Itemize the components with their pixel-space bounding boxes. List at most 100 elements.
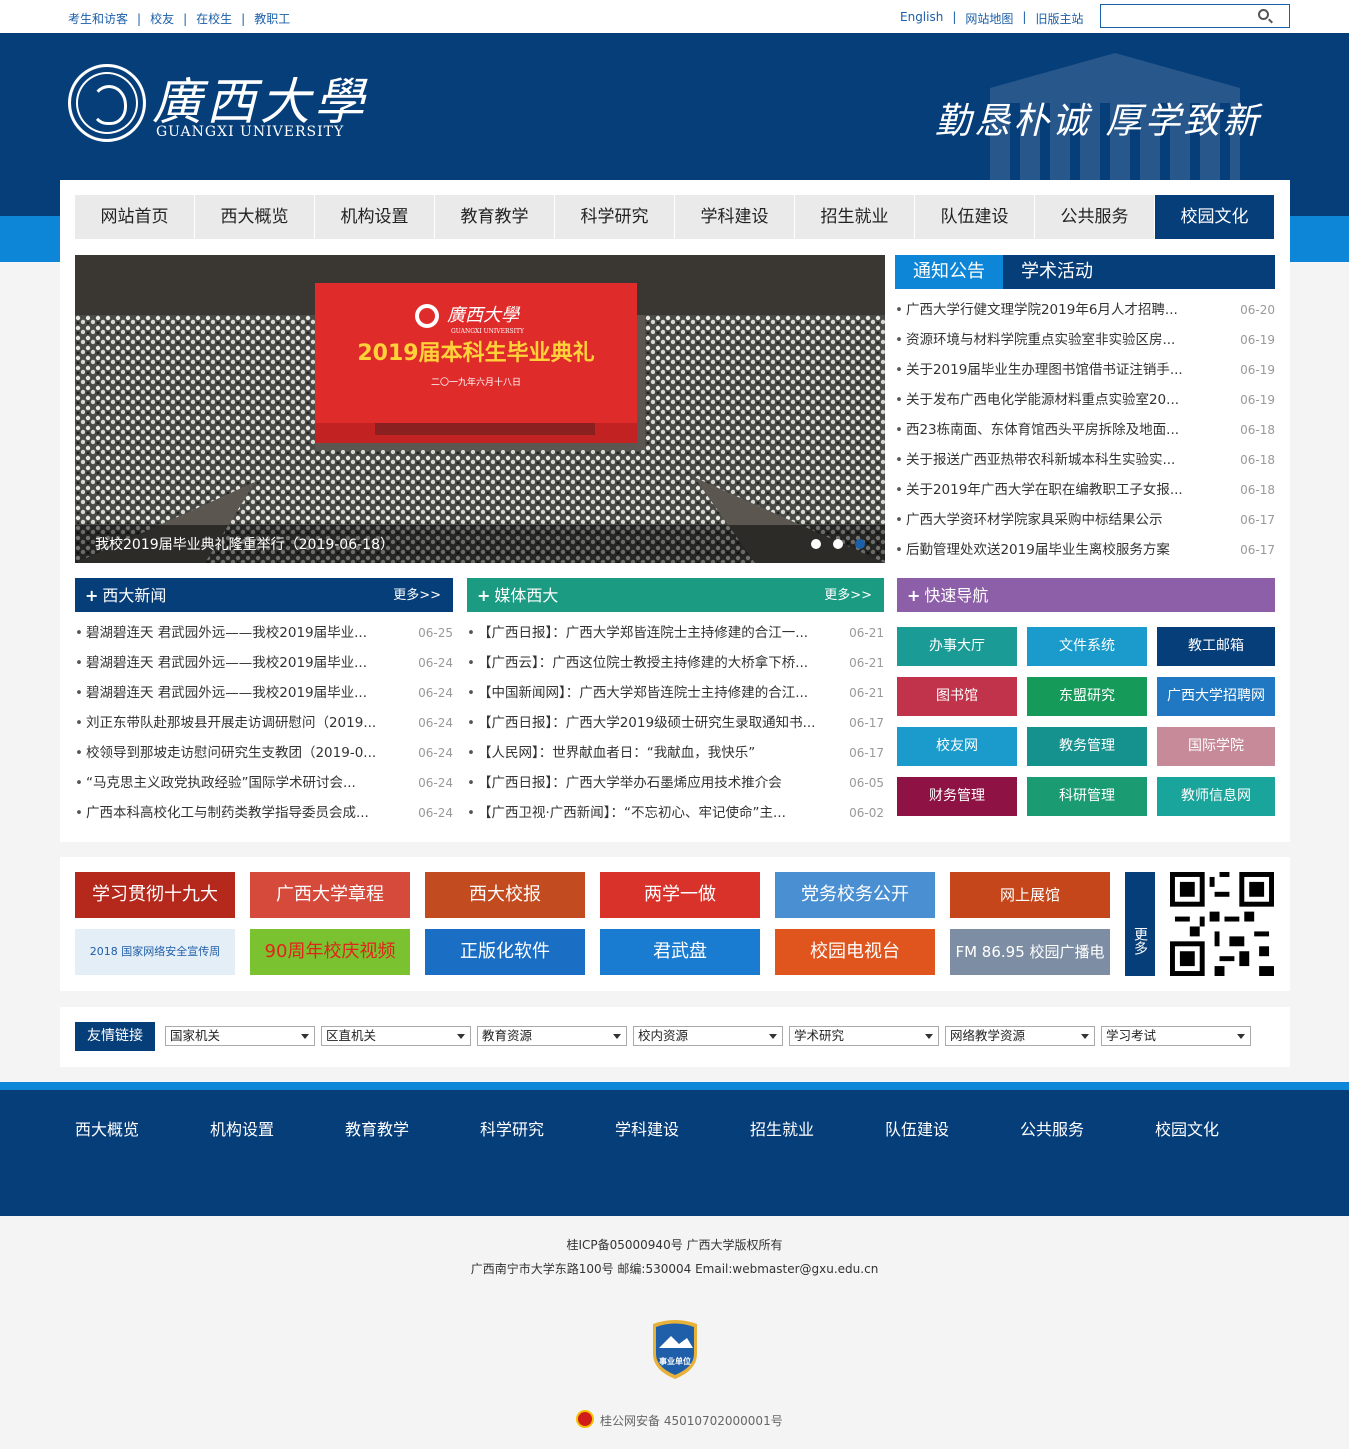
- slider-dot-1[interactable]: [811, 539, 821, 549]
- select-exams[interactable]: 学习考试: [1101, 1026, 1251, 1046]
- list-item[interactable]: 广西大学行健文理学院2019年6月人才招聘... 06-20: [895, 295, 1275, 325]
- list-item[interactable]: 【广西日报】：广西大学2019级硕士研究生录取通知书... 06-17: [467, 708, 884, 738]
- nav-research[interactable]: 科学研究: [555, 195, 675, 239]
- item-title[interactable]: 碧湖碧连天 君武园外远——我校2019届毕业...: [75, 648, 367, 678]
- link-english[interactable]: English: [900, 10, 943, 27]
- nav-overview[interactable]: 西大概览: [195, 195, 315, 239]
- list-item[interactable]: 碧湖碧连天 君武园外远——我校2019届毕业... 06-24: [75, 678, 453, 708]
- tab-notices[interactable]: 通知公告: [895, 255, 1003, 289]
- item-title[interactable]: 【广西日报】：广西大学举办石墨烯应用技术推介会: [467, 768, 782, 798]
- link-old-site[interactable]: 旧版主站: [1035, 10, 1083, 27]
- nav-home[interactable]: 网站首页: [75, 195, 195, 239]
- banner-link[interactable]: 西大校报: [425, 872, 585, 918]
- quick-nav-tile[interactable]: 办事大厅: [897, 627, 1017, 666]
- list-item[interactable]: 广西大学资环材学院家具采购中标结果公示 06-17: [895, 505, 1275, 535]
- quick-nav-tile[interactable]: 文件系统: [1027, 627, 1147, 666]
- university-seal-icon[interactable]: [68, 64, 146, 142]
- search-input[interactable]: [1101, 5, 1251, 27]
- list-item[interactable]: 【人民网】：世界献血者日：“我献血，我快乐” 06-17: [467, 738, 884, 768]
- footer-link-services[interactable]: 公共服务: [1020, 1116, 1084, 1140]
- item-title[interactable]: 西23栋南面、东体育馆西头平房拆除及地面...: [895, 415, 1179, 445]
- list-item[interactable]: 资源环境与材料学院重点实验室非实验区房... 06-19: [895, 325, 1275, 355]
- quick-nav-tile[interactable]: 东盟研究: [1027, 677, 1147, 716]
- quick-nav-tile[interactable]: 国际学院: [1157, 727, 1275, 766]
- banner-link[interactable]: 2018 国家网络安全宣传周: [75, 929, 235, 975]
- slider-dot-2[interactable]: [833, 539, 843, 549]
- footer-link-faculty[interactable]: 队伍建设: [885, 1116, 949, 1140]
- select-campus-resources[interactable]: 校内资源: [633, 1026, 783, 1046]
- nav-disciplines[interactable]: 学科建设: [675, 195, 795, 239]
- tab-academic[interactable]: 学术活动: [1003, 255, 1111, 289]
- item-title[interactable]: 资源环境与材料学院重点实验室非实验区房...: [895, 325, 1175, 355]
- nav-education[interactable]: 教育教学: [435, 195, 555, 239]
- link-sitemap[interactable]: 网站地图: [965, 10, 1013, 27]
- list-item[interactable]: 西23栋南面、东体育馆西头平房拆除及地面... 06-18: [895, 415, 1275, 445]
- link-students[interactable]: 在校生: [196, 10, 232, 27]
- list-item[interactable]: 碧湖碧连天 君武园外远——我校2019届毕业... 06-24: [75, 648, 453, 678]
- quick-nav-tile[interactable]: 广西大学招聘网: [1157, 677, 1275, 716]
- news-slider[interactable]: 廣西大學 GUANGXI UNIVERSITY 2019届本科生毕业典礼 二〇一…: [75, 255, 885, 563]
- banner-link[interactable]: 君武盘: [600, 929, 760, 975]
- select-online-teaching[interactable]: 网络教学资源: [945, 1026, 1095, 1046]
- link-alumni[interactable]: 校友: [150, 10, 174, 27]
- list-item[interactable]: “马克思主义政党执政经验”国际学术研讨会... 06-24: [75, 768, 453, 798]
- item-title[interactable]: 广西大学行健文理学院2019年6月人才招聘...: [895, 295, 1178, 325]
- item-title[interactable]: 校领导到那坡走访慰问研究生支教团（2019-0...: [75, 738, 376, 768]
- public-institution-badge-icon[interactable]: 事业单位: [649, 1318, 701, 1380]
- list-item[interactable]: 碧湖碧连天 君武园外远——我校2019届毕业... 06-25: [75, 618, 453, 648]
- item-title[interactable]: 刘正东带队赴那坡县开展走访调研慰问（2019...: [75, 708, 376, 738]
- logo-english[interactable]: GUANGXI UNIVERSITY: [156, 124, 344, 140]
- link-staff[interactable]: 教职工: [254, 10, 290, 27]
- quick-nav-tile[interactable]: 科研管理: [1027, 777, 1147, 816]
- nav-organization[interactable]: 机构设置: [315, 195, 435, 239]
- list-item[interactable]: 【中国新闻网】：广西大学郑皆连院士主持修建的合江... 06-21: [467, 678, 884, 708]
- list-item[interactable]: 校领导到那坡走访慰问研究生支教团（2019-0... 06-24: [75, 738, 453, 768]
- quick-nav-tile[interactable]: 财务管理: [897, 777, 1017, 816]
- banner-link[interactable]: 校园电视台: [775, 929, 935, 975]
- item-title[interactable]: 关于2019届毕业生办理图书馆借书证注销手...: [895, 355, 1183, 385]
- nav-services[interactable]: 公共服务: [1035, 195, 1155, 239]
- list-item[interactable]: 关于报送广西亚热带农科新城本科生实验实... 06-18: [895, 445, 1275, 475]
- banner-link[interactable]: 学习贯彻十九大: [75, 872, 235, 918]
- list-item[interactable]: 后勤管理处欢送2019届毕业生离校服务方案 06-17: [895, 535, 1275, 565]
- footer-link-overview[interactable]: 西大概览: [75, 1116, 139, 1140]
- search-icon[interactable]: [1258, 9, 1269, 20]
- news-more-link[interactable]: 更多>>: [393, 578, 441, 614]
- banner-link[interactable]: 正版化软件: [425, 929, 585, 975]
- item-title[interactable]: 【广西云】：广西这位院士教授主持修建的大桥拿下桥...: [467, 648, 808, 678]
- footer-link-research[interactable]: 科学研究: [480, 1116, 544, 1140]
- nav-campus-culture[interactable]: 校园文化: [1155, 195, 1275, 239]
- item-title[interactable]: 【广西卫视·广西新闻】：“不忘初心、牢记使命”主...: [467, 798, 786, 828]
- list-item[interactable]: 关于2019年广西大学在职在编教职工子女报... 06-18: [895, 475, 1275, 505]
- banner-link[interactable]: 90周年校庆视频: [250, 929, 410, 975]
- item-title[interactable]: 【广西日报】：广西大学郑皆连院士主持修建的合江一...: [467, 618, 808, 648]
- nav-admissions[interactable]: 招生就业: [795, 195, 915, 239]
- banner-link[interactable]: 党务校务公开: [775, 872, 935, 918]
- select-education-resources[interactable]: 教育资源: [477, 1026, 627, 1046]
- item-title[interactable]: 【中国新闻网】：广西大学郑皆连院士主持修建的合江...: [467, 678, 808, 708]
- police-record[interactable]: 桂公网安备 45010702000001号: [600, 1412, 783, 1429]
- item-title[interactable]: 广西大学资环材学院家具采购中标结果公示: [895, 505, 1163, 535]
- select-state-agencies[interactable]: 国家机关: [165, 1026, 315, 1046]
- link-visitors[interactable]: 考生和访客: [68, 10, 128, 27]
- select-academic-research[interactable]: 学术研究: [789, 1026, 939, 1046]
- quick-nav-tile[interactable]: 教务管理: [1027, 727, 1147, 766]
- banner-link[interactable]: 网上展馆: [950, 872, 1110, 918]
- item-title[interactable]: 广西本科高校化工与制药类教学指导委员会成...: [75, 798, 369, 828]
- footer-link-education[interactable]: 教育教学: [345, 1116, 409, 1140]
- list-item[interactable]: 【广西云】：广西这位院士教授主持修建的大桥拿下桥... 06-21: [467, 648, 884, 678]
- slider-dot-3[interactable]: [855, 539, 865, 549]
- media-more-link[interactable]: 更多>>: [824, 578, 872, 614]
- item-title[interactable]: 关于2019年广西大学在职在编教职工子女报...: [895, 475, 1183, 505]
- item-title[interactable]: 关于报送广西亚热带农科新城本科生实验实...: [895, 445, 1175, 475]
- slider-caption[interactable]: 我校2019届毕业典礼隆重举行（2019-06-18）: [75, 525, 885, 563]
- item-title[interactable]: 【广西日报】：广西大学2019级硕士研究生录取通知书...: [467, 708, 815, 738]
- item-title[interactable]: 【人民网】：世界献血者日：“我献血，我快乐”: [467, 738, 755, 768]
- footer-link-culture[interactable]: 校园文化: [1155, 1116, 1219, 1140]
- nav-faculty[interactable]: 队伍建设: [915, 195, 1035, 239]
- item-title[interactable]: 碧湖碧连天 君武园外远——我校2019届毕业...: [75, 678, 367, 708]
- quick-nav-tile[interactable]: 图书馆: [897, 677, 1017, 716]
- list-item[interactable]: 关于发布广西电化学能源材料重点实验室20... 06-19: [895, 385, 1275, 415]
- list-item[interactable]: 广西本科高校化工与制药类教学指导委员会成... 06-24: [75, 798, 453, 828]
- list-item[interactable]: 【广西日报】：广西大学郑皆连院士主持修建的合江一... 06-21: [467, 618, 884, 648]
